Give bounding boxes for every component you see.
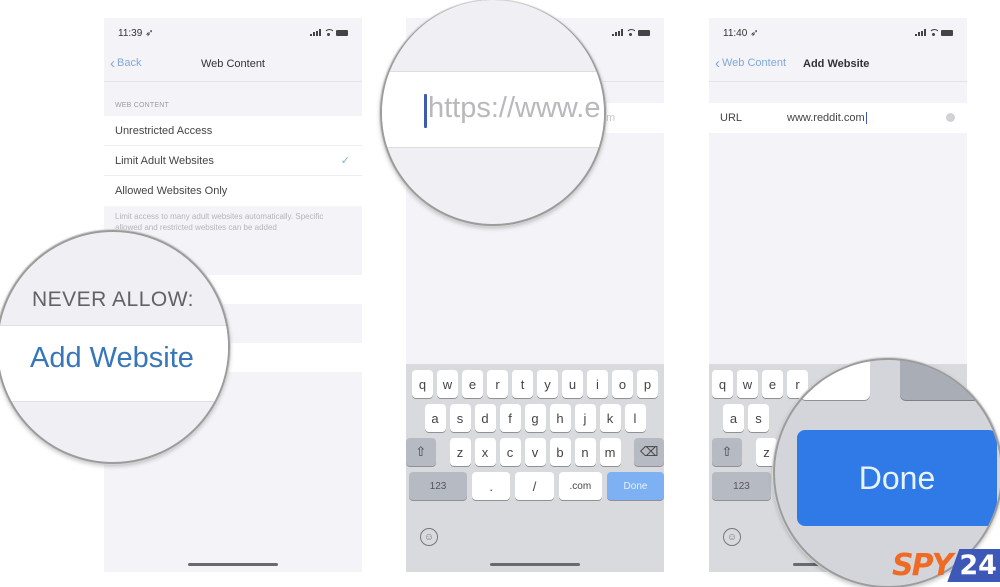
key-f[interactable]: f [499,404,521,432]
web-content-options: Unrestricted Access Limit Adult Websites… [104,116,362,206]
key-w[interactable]: w [737,370,758,398]
emoji-icon[interactable]: ☺ [420,528,438,546]
wifi-icon [929,29,938,36]
key-x[interactable]: x [474,438,496,466]
url-placeholder: https://www.e [428,92,601,124]
home-indicator[interactable] [490,563,580,566]
text-cursor [424,94,427,128]
key-c[interactable]: c [499,438,521,466]
url-label: URL [720,112,743,124]
key-d[interactable]: d [474,404,496,432]
text-cursor [865,112,867,125]
key-k[interactable]: k [599,404,621,432]
status-bar: 11:39 ➶ [104,18,362,48]
status-bar: 11:40 ➶ [709,18,967,48]
key-o[interactable]: o [612,370,633,398]
magnifier-url-field: https://www.e [380,0,606,226]
key-s[interactable]: s [449,404,471,432]
never-allow-header: NEVER ALLOW: [32,288,195,311]
key-z[interactable]: z [449,438,471,466]
battery-icon [941,29,953,36]
wifi-icon [324,29,333,36]
key-e[interactable]: e [462,370,483,398]
key-q[interactable]: q [712,370,733,398]
key-a[interactable]: a [723,404,744,432]
signal-icon [915,29,926,36]
status-time: 11:40 ➶ [723,28,759,39]
key-b[interactable]: b [549,438,571,466]
dot-key[interactable]: . [472,472,511,500]
clear-icon[interactable] [946,113,955,122]
url-field[interactable]: URL www.reddit.com [709,103,967,133]
footer-description: Limit access to many adult websites auto… [115,212,324,232]
chevron-left-icon: ‹ [715,54,720,72]
key-e[interactable]: e [762,370,783,398]
dotcom-key[interactable]: .com [558,472,602,500]
add-website-button[interactable]: Add Website [30,342,194,375]
wifi-icon [626,29,635,36]
option-limit-adult-websites[interactable]: Limit Adult Websites ✓ [104,146,362,176]
option-unrestricted-access[interactable]: Unrestricted Access [104,116,362,146]
done-key[interactable]: Done [797,430,997,526]
option-allowed-websites-only[interactable]: Allowed Websites Only [104,176,362,206]
key-m[interactable]: m [599,438,621,466]
battery-icon [336,29,348,36]
key-r[interactable]: r [487,370,508,398]
delete-key[interactable]: ⌫ [634,438,664,466]
shift-key[interactable]: ⇧ [712,438,742,466]
numbers-key[interactable]: 123 [409,472,468,500]
key-p[interactable]: p [637,370,658,398]
nav-bar: ‹ Back Web Content [104,48,362,82]
url-input[interactable]: www.reddit.com [787,112,867,125]
nav-bar: ‹ Web Content Add Website [709,48,967,82]
battery-icon [638,29,650,36]
back-button[interactable]: ‹ Web Content [715,54,786,72]
key-w[interactable]: w [437,370,458,398]
key-i[interactable]: i [587,370,608,398]
emoji-icon[interactable]: ☺ [723,528,741,546]
home-indicator[interactable] [188,563,278,566]
checkmark-icon: ✓ [340,155,350,167]
key-y[interactable]: y [537,370,558,398]
key-q[interactable]: q [412,370,433,398]
key-g[interactable]: g [524,404,546,432]
key-v[interactable]: v [524,438,546,466]
page-title: Add Website [803,58,870,70]
key-j[interactable]: j [574,404,596,432]
spy24-logo: SPY 24 [892,549,1000,582]
key-n[interactable]: n [574,438,596,466]
key-h[interactable]: h [549,404,571,432]
key-t[interactable]: t [512,370,533,398]
key-s[interactable]: s [748,404,769,432]
page-title: Web Content [200,58,265,70]
key-u[interactable]: u [562,370,583,398]
key-l[interactable]: l [624,404,646,432]
slash-key[interactable]: / [515,472,554,500]
shift-key[interactable]: ⇧ [406,438,436,466]
section-header: WEB CONTENT [115,102,169,109]
status-time: 11:39 ➶ [118,28,154,39]
signal-icon [612,29,623,36]
numbers-key[interactable]: 123 [712,472,771,500]
signal-icon [310,29,321,36]
done-key[interactable]: Done [606,472,664,500]
keyboard: qwertyuiop asdfghjkl ⇧ zxcvbnm ⌫ 123 . /… [406,364,664,572]
magnifier-never-allow: NEVER ALLOW: Add Website [0,230,230,464]
key-a[interactable]: a [424,404,446,432]
